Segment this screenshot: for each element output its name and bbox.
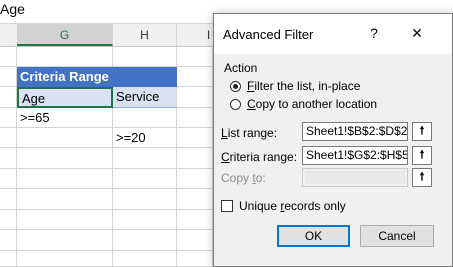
copy-to-collapse-button[interactable]: 🠕 (412, 168, 432, 187)
grid-cell[interactable] (177, 251, 213, 267)
grid-cell[interactable] (177, 128, 213, 148)
radio-filter-in-place[interactable]: Filter the list, in-place (230, 78, 360, 94)
grid-cell[interactable] (17, 251, 113, 267)
grid-cell[interactable] (177, 169, 213, 189)
grid-cell[interactable] (177, 108, 213, 128)
grid-cell[interactable] (0, 251, 17, 267)
grid-cell[interactable] (177, 46, 213, 67)
radio-button-checked[interactable] (230, 80, 241, 92)
grid-cell[interactable] (0, 230, 17, 251)
grid-cell[interactable] (17, 169, 113, 189)
radio-copy-label: Copy to another location (247, 97, 378, 111)
grid-cell[interactable] (0, 169, 17, 189)
grid-cell[interactable] (0, 128, 17, 148)
grid-cell[interactable] (113, 46, 177, 67)
radio-filter-label: Filter the list, in-place (247, 79, 361, 93)
list-range-collapse-button[interactable]: 🠕 (412, 122, 432, 141)
criteria-range-collapse-button[interactable]: 🠕 (412, 146, 432, 165)
grid-cell[interactable] (113, 189, 177, 210)
unique-records-checkbox-row[interactable]: Unique records only (221, 199, 346, 213)
grid-cell[interactable] (177, 210, 213, 230)
grid-cell[interactable] (113, 108, 177, 128)
criteria-range-input[interactable]: Sheet1!$G$2:$H$5 (302, 146, 408, 165)
column-header-h[interactable]: H (113, 24, 177, 46)
grid-cell[interactable] (0, 189, 17, 210)
grid-cell[interactable] (17, 230, 113, 251)
list-range-input[interactable]: Sheet1!$B$2:$D$21 (302, 122, 408, 141)
grid-cell[interactable] (0, 67, 17, 87)
grid-cell[interactable] (17, 148, 113, 169)
formula-text: Age (0, 1, 25, 17)
grid-cell[interactable] (113, 251, 177, 267)
grid-cell[interactable] (17, 46, 113, 67)
action-group-label: Action (224, 61, 258, 75)
grid-cell[interactable] (177, 67, 213, 87)
cell-g-age-header[interactable]: Age (17, 87, 113, 108)
grid-cell[interactable] (17, 128, 113, 148)
radio-button[interactable] (230, 98, 241, 110)
ok-button[interactable]: OK (277, 225, 350, 247)
help-button[interactable]: ? (361, 22, 387, 44)
radio-copy-to-location[interactable]: Copy to another location (230, 96, 377, 112)
cell-g-age-criteria[interactable]: >=65 (17, 108, 113, 128)
grid-cell[interactable] (113, 148, 177, 169)
grid-cell[interactable] (177, 148, 213, 169)
list-range-label: List range: (221, 126, 278, 140)
grid-cell[interactable] (0, 210, 17, 230)
unique-records-checkbox[interactable] (221, 200, 233, 212)
copy-to-input (302, 168, 408, 187)
grid-cell[interactable] (17, 210, 113, 230)
grid-cell[interactable] (113, 230, 177, 251)
cell-h-service-criteria[interactable]: >=20 (113, 128, 177, 148)
grid-cell[interactable] (177, 87, 213, 108)
grid-cell[interactable] (113, 169, 177, 189)
grid-cell[interactable] (0, 87, 17, 108)
dialog-title: Advanced Filter (223, 27, 314, 42)
advanced-filter-dialog: Advanced Filter ? ✕ Action Filter the li… (213, 13, 453, 267)
copy-to-label: Copy to: (221, 171, 266, 185)
grid-cell[interactable] (177, 189, 213, 210)
grid-cell[interactable] (177, 230, 213, 251)
grid-cell[interactable] (0, 148, 17, 169)
cell-h-service-header[interactable]: Service (113, 87, 177, 108)
unique-records-label: Unique records only (239, 199, 346, 213)
grid-cell[interactable] (0, 108, 17, 128)
cancel-button[interactable]: Cancel (360, 225, 434, 247)
dialog-titlebar[interactable]: Advanced Filter ? ✕ (214, 14, 452, 54)
grid-cell[interactable] (0, 46, 17, 67)
column-header-g[interactable]: G (17, 24, 113, 46)
close-button[interactable]: ✕ (404, 22, 430, 44)
criteria-range-title[interactable]: Criteria Range (17, 67, 177, 87)
grid-cell[interactable] (113, 210, 177, 230)
grid-cell[interactable] (17, 189, 113, 210)
criteria-range-label: Criteria range: (221, 150, 298, 164)
